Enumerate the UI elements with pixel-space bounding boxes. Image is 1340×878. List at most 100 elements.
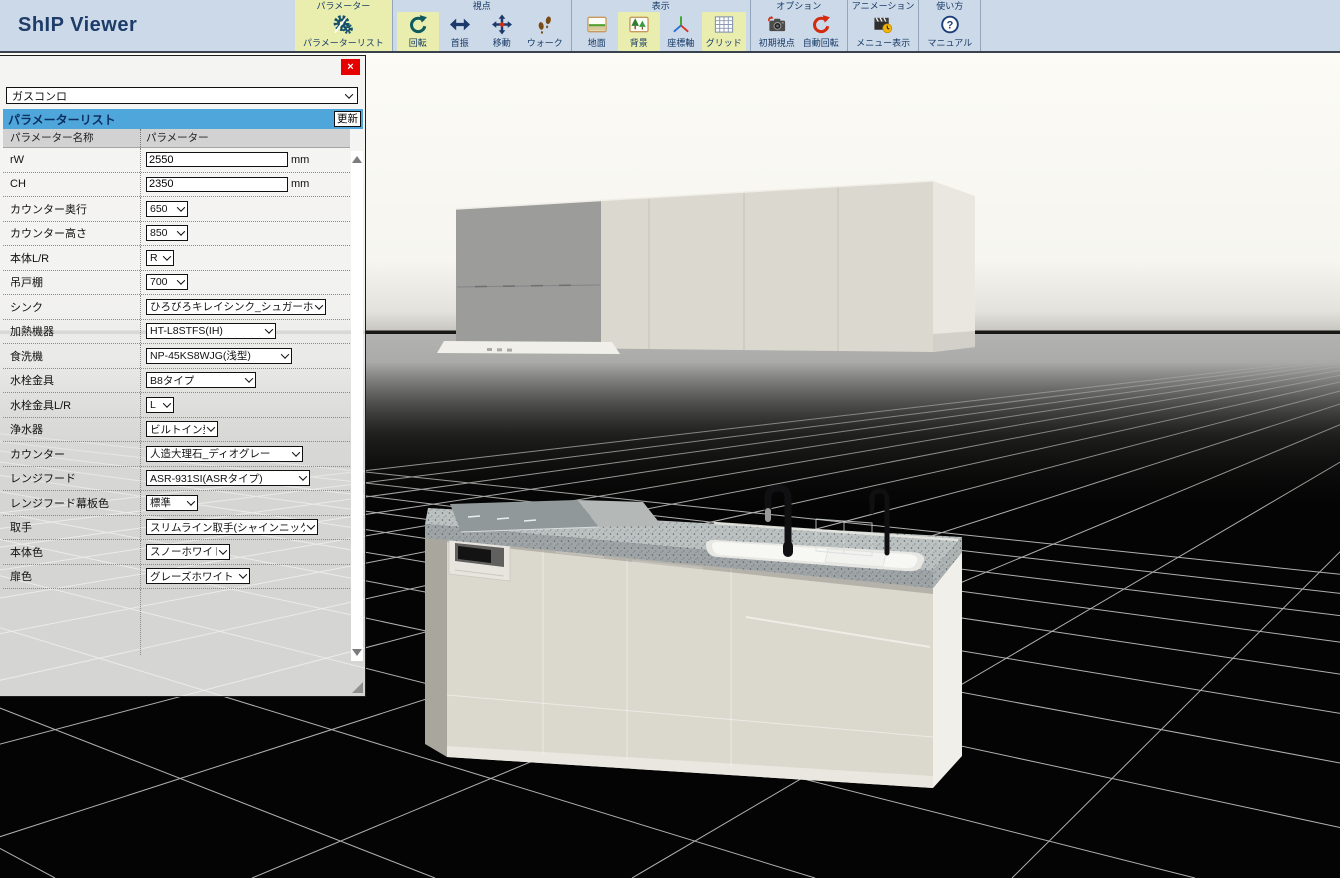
param-select-水栓金具[interactable]: B8タイプ: [146, 372, 256, 388]
toolbar-button-label: 地面: [588, 36, 606, 49]
background-icon: [628, 14, 650, 35]
toolbar-button-座標軸[interactable]: 座標軸: [660, 12, 702, 51]
param-select-シンク[interactable]: ひろびろキレイシンク_シュガーホワイト: [146, 299, 326, 315]
panel-header: パラメーターリスト 更新: [3, 109, 363, 129]
param-value-cell: スノーホワイト: [140, 540, 350, 564]
swing-icon: [449, 14, 471, 35]
param-select-レンジフード[interactable]: ASR-931SI(ASRタイプ): [146, 470, 310, 486]
param-select-カウンター高さ[interactable]: 850: [146, 225, 188, 241]
param-select-value: B8タイプ: [150, 373, 194, 388]
grid-icon: [713, 14, 735, 35]
toolbar-group-オプション: オプション初期視点自動回転: [751, 0, 848, 51]
toolbar-button-label: ウォーク: [527, 36, 563, 49]
param-row-CH: CHmm: [3, 173, 350, 198]
param-row-シンク: シンクひろびろキレイシンク_シュガーホワイト: [3, 295, 350, 320]
panel-scrollbar[interactable]: [351, 151, 363, 661]
param-label: カウンター: [3, 446, 140, 462]
param-value-cell: 標準: [140, 491, 350, 515]
preset-select[interactable]: ガスコンロ: [6, 87, 358, 104]
param-select-レンジフード幕板色[interactable]: 標準: [146, 495, 198, 511]
scroll-down-icon[interactable]: [352, 649, 362, 656]
toolbar-button-自動回転[interactable]: 自動回転: [799, 12, 843, 51]
param-input-rW[interactable]: [146, 152, 288, 167]
param-select-吊戸棚[interactable]: 700: [146, 274, 188, 290]
param-select-扉色[interactable]: グレーズホワイト: [146, 568, 250, 584]
param-label: レンジフード: [3, 470, 140, 486]
param-select-カウンター奥行[interactable]: 650: [146, 201, 188, 217]
close-button[interactable]: ×: [341, 59, 360, 75]
param-label: rW: [3, 154, 140, 166]
toolbar-button-首振[interactable]: 首振: [439, 12, 481, 51]
param-select-カウンター[interactable]: 人造大理石_ディオグレー: [146, 446, 303, 462]
chevron-down-icon: [239, 571, 247, 579]
toolbar-button-label: 移動: [493, 36, 511, 49]
toolbar-button-地面[interactable]: 地面: [576, 12, 618, 51]
toolbar: ShIP Viewer パラメーターパラメーターリスト視点回転首振移動ウォーク表…: [0, 0, 1340, 53]
param-row-レンジフード幕板色: レンジフード幕板色標準: [3, 491, 350, 516]
param-value-cell: R: [140, 246, 350, 270]
gears-icon: [332, 14, 354, 35]
param-label: レンジフード幕板色: [3, 495, 140, 511]
toolbar-button-グリッド[interactable]: グリッド: [702, 12, 746, 51]
param-value-cell: 700: [140, 271, 350, 295]
toolbar-button-ウォーク[interactable]: ウォーク: [523, 12, 567, 51]
toolbar-button-回転[interactable]: 回転: [397, 12, 439, 51]
update-button[interactable]: 更新: [334, 111, 361, 127]
param-label: カウンター奥行: [3, 201, 140, 217]
toolbar-button-label: 自動回転: [803, 36, 839, 49]
toolbar-group-視点: 視点回転首振移動ウォーク: [393, 0, 572, 51]
toolbar-button-パラメーターリスト[interactable]: パラメーターリスト: [299, 12, 388, 51]
chevron-down-icon: [163, 399, 171, 407]
chevron-down-icon: [315, 301, 323, 309]
param-value-cell: mm: [140, 173, 350, 197]
toolbar-button-初期視点[interactable]: 初期視点: [755, 12, 799, 51]
chevron-down-icon: [281, 350, 289, 358]
param-row-カウンター高さ: カウンター高さ850: [3, 222, 350, 247]
camera-icon: [766, 14, 788, 35]
toolbar-button-メニュー表示[interactable]: メニュー表示: [852, 12, 914, 51]
param-label: 食洗機: [3, 348, 140, 364]
chevron-down-icon: [307, 522, 315, 530]
column-header-name: パラメーター名称: [3, 129, 140, 147]
toolbar-group-パラメーター: パラメーターパラメーターリスト: [295, 0, 393, 51]
toolbar-button-移動[interactable]: 移動: [481, 12, 523, 51]
param-row-本体色: 本体色スノーホワイト: [3, 540, 350, 565]
toolbar-button-label: マニュアル: [927, 36, 972, 49]
scroll-up-icon[interactable]: [352, 156, 362, 163]
toolbar-groups: パラメーターパラメーターリスト視点回転首振移動ウォーク表示地面背景座標軸グリッド…: [295, 0, 981, 51]
param-value-cell: ひろびろキレイシンク_シュガーホワイト: [140, 295, 350, 319]
param-row-取手: 取手スリムライン取手(シャインニッケル): [3, 516, 350, 541]
toolbar-button-マニュアル[interactable]: ? マニュアル: [923, 12, 976, 51]
chevron-down-icon: [163, 252, 171, 260]
app-title: ShIP Viewer: [0, 0, 295, 51]
param-row-吊戸棚: 吊戸棚700: [3, 271, 350, 296]
ship-viewer-app: ShIP Viewer パラメーターパラメーターリスト視点回転首振移動ウォーク表…: [0, 0, 1340, 878]
toolbar-button-label: メニュー表示: [856, 36, 910, 49]
param-select-加熱機器[interactable]: HT-L8STFS(IH): [146, 323, 276, 339]
param-row-レンジフード: レンジフード ASR-931SI(ASRタイプ): [3, 467, 350, 492]
toolbar-button-label: グリッド: [706, 36, 742, 49]
chevron-down-icon: [292, 448, 300, 456]
param-select-value: 650: [150, 203, 168, 215]
param-select-本体L/R[interactable]: R: [146, 250, 174, 266]
param-select-浄水器[interactable]: ビルトイン型: [146, 421, 218, 437]
svg-text:?: ?: [946, 20, 953, 32]
panel-resize-grip[interactable]: [352, 682, 363, 693]
param-select-取手[interactable]: スリムライン取手(シャインニッケル): [146, 519, 318, 535]
range-hood-front: [456, 201, 601, 348]
param-row-水栓金具L/R: 水栓金具L/RL: [3, 393, 350, 418]
param-value-cell: 650: [140, 197, 350, 221]
param-label: 取手: [3, 519, 140, 535]
param-select-水栓金具L/R[interactable]: L: [146, 397, 174, 413]
parameter-panel: × ガスコンロ パラメーターリスト 更新 パラメーター名称 パラメーター rWm…: [0, 55, 366, 697]
param-input-CH[interactable]: [146, 177, 288, 192]
param-row-本体L/R: 本体L/RR: [3, 246, 350, 271]
toolbar-button-背景[interactable]: 背景: [618, 12, 660, 51]
param-label: 加熱機器: [3, 323, 140, 339]
param-select-本体色[interactable]: スノーホワイト: [146, 544, 230, 560]
param-row-扉色: 扉色グレーズホワイト: [3, 565, 350, 590]
chevron-down-icon: [177, 277, 185, 285]
param-select-食洗機[interactable]: NP-45KS8WJG(浅型): [146, 348, 292, 364]
toolbar-button-label: パラメーターリスト: [303, 36, 384, 49]
param-select-value: 標準: [150, 495, 171, 510]
